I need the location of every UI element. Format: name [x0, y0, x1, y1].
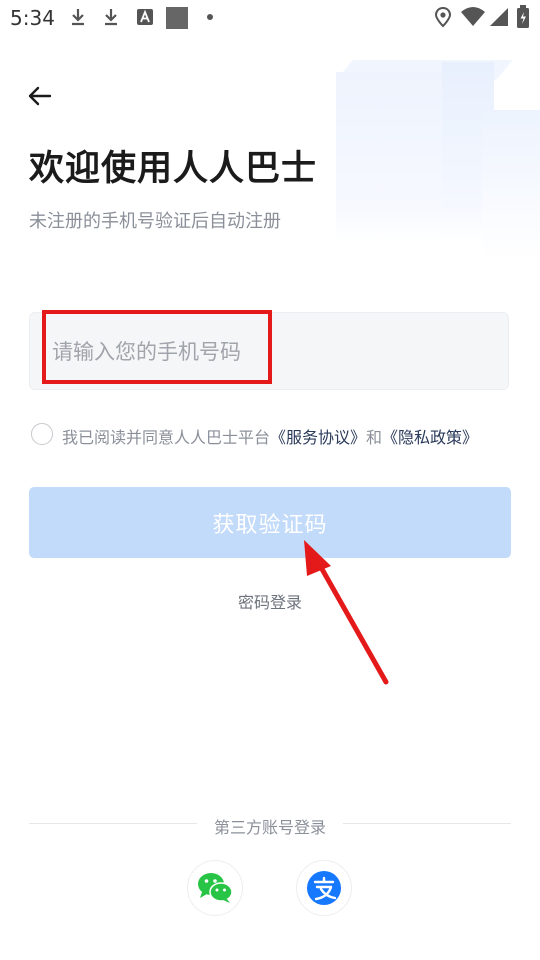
- decorative-building: [336, 72, 446, 242]
- annotation-highlight-box: [42, 310, 272, 384]
- battery-icon: [517, 5, 529, 28]
- page-subtitle: 未注册的手机号验证后自动注册: [29, 211, 281, 232]
- agreement-text: 我已阅读并同意人人巴士平台《服务协议》和《隐私政策》: [62, 424, 478, 448]
- image-icon: [166, 7, 188, 29]
- download-icon: [105, 9, 117, 26]
- signal-icon: [490, 8, 508, 26]
- get-verification-code-button[interactable]: 获取验证码: [29, 487, 511, 558]
- decorative-building: [482, 110, 540, 260]
- service-agreement-link[interactable]: 《服务协议》: [270, 428, 366, 447]
- wechat-icon: [198, 873, 233, 903]
- page-title: 欢迎使用人人巴士: [29, 149, 318, 189]
- back-button[interactable]: [26, 82, 54, 110]
- privacy-policy-link[interactable]: 《隐私政策》: [382, 428, 478, 447]
- wifi-icon: [461, 7, 485, 26]
- password-login-link: 密码登录: [0, 589, 540, 613]
- agreement-checkbox[interactable]: [31, 423, 53, 445]
- font-a-icon: [137, 9, 153, 25]
- wechat-login-button[interactable]: [187, 860, 243, 916]
- download-icon: [72, 9, 84, 26]
- status-time: 5:34: [10, 6, 55, 30]
- password-login-link-label[interactable]: 密码登录: [238, 593, 302, 612]
- alipay-login-button[interactable]: [296, 860, 352, 916]
- third-party-login-label: 第三方账号登录: [213, 818, 326, 837]
- location-icon: [434, 6, 452, 28]
- dot-icon: [207, 14, 213, 20]
- agreement-conjunction: 和: [366, 428, 383, 447]
- alipay-icon: [307, 871, 341, 905]
- agreement-prefix: 我已阅读并同意人人巴士平台: [62, 428, 271, 447]
